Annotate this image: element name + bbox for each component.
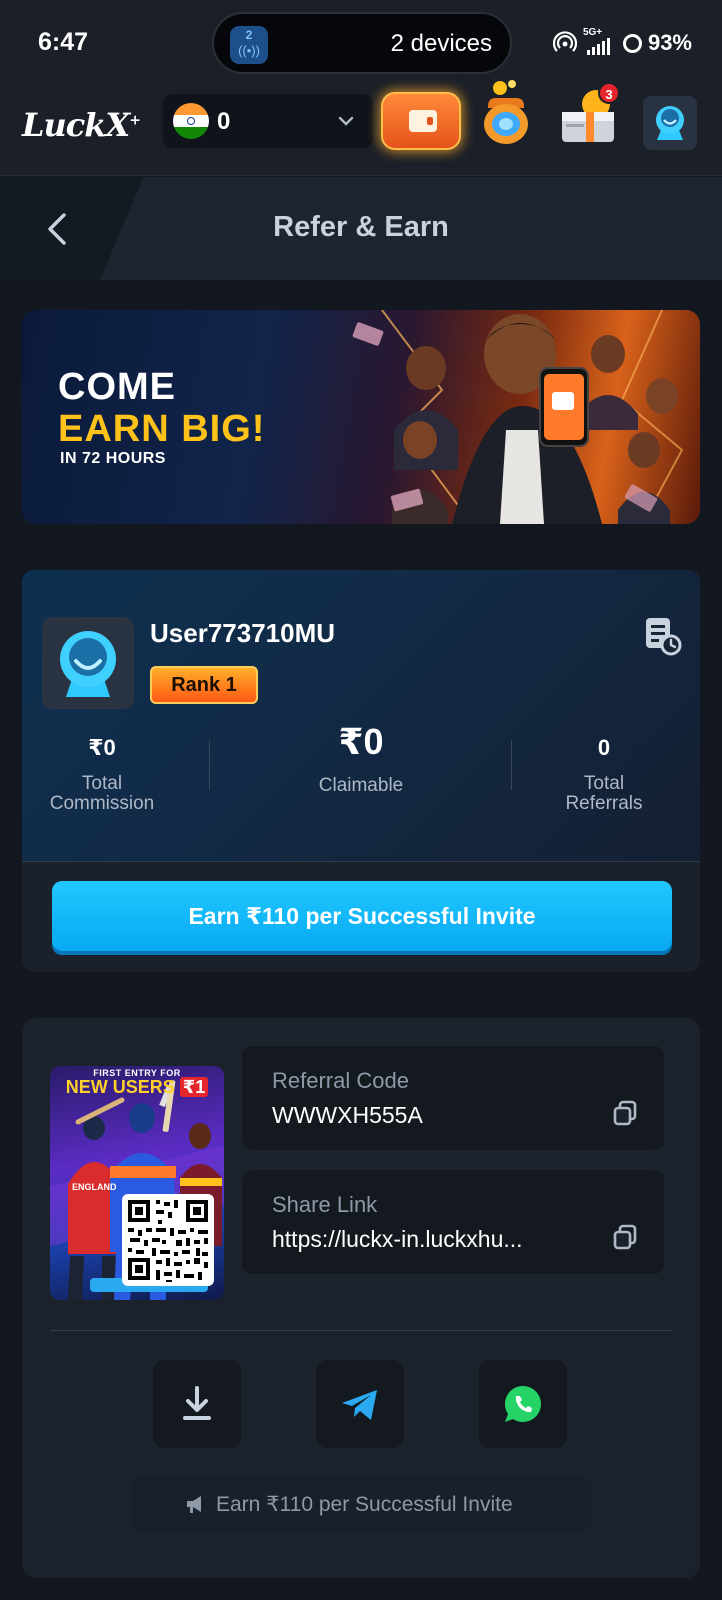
promo-note: Earn ₹110 per Successful Invite — [132, 1476, 590, 1532]
referral-stats-card: User773710MU Rank 1 ₹0 Total Commission … — [22, 570, 700, 972]
stat-total-commission: ₹0 Total Commission — [32, 730, 172, 814]
share-link-label: Share Link — [272, 1192, 378, 1217]
avatar-icon — [60, 631, 116, 697]
page-header: Refer & Earn — [0, 177, 722, 280]
referrals-label-1: Total — [583, 773, 625, 794]
referral-code-value: WWWXH555A — [272, 1102, 423, 1128]
stat-total-referrals: 0 Total Referrals — [544, 730, 664, 814]
banner-subtitle: IN 72 HOURS — [60, 450, 166, 467]
whatsapp-icon — [504, 1386, 541, 1423]
megaphone-icon — [187, 1496, 201, 1513]
stat-divider — [511, 740, 512, 790]
copy-icon[interactable] — [612, 1100, 638, 1126]
balance-value: 0 — [217, 108, 231, 135]
download-button[interactable] — [153, 1360, 241, 1448]
dynamic-island[interactable]: 2 ((•)) 2 devices — [212, 12, 512, 74]
share-link-box: Share Link https://luckx-in.luckxhu... — [242, 1170, 664, 1274]
referral-poster[interactable]: FIRST ENTRY FOR NEW USERS ₹1 ENGLAND — [50, 1066, 224, 1300]
luckx-logo[interactable]: LuckX+ — [22, 106, 141, 144]
balance-selector[interactable]: 0 — [163, 94, 373, 148]
poster-title: NEW USERS ₹1 — [50, 1077, 224, 1098]
hotspot-icon — [552, 31, 577, 52]
stat-divider — [209, 740, 210, 790]
promo-text: Earn ₹110 per Successful Invite — [216, 1493, 513, 1516]
username: User773710MU — [150, 618, 336, 648]
notification-badge: 3 — [598, 82, 620, 104]
commission-label-1: Total — [81, 773, 123, 794]
profile-summary: User773710MU Rank 1 ₹0 Total Commission … — [22, 570, 700, 862]
app-bar: LuckX+ 0 3 — [0, 80, 722, 176]
user-avatar — [42, 617, 134, 709]
referral-code-box: Referral Code WWWXH555A — [242, 1046, 664, 1150]
broadcast-icon: 2 ((•)) — [230, 26, 268, 64]
profile-avatar-button[interactable] — [643, 96, 697, 150]
commission-value: ₹0 — [88, 735, 116, 760]
qr-code-icon — [128, 1200, 208, 1282]
treasure-pot-icon[interactable] — [478, 78, 534, 148]
battery-level: 93% — [647, 30, 692, 55]
banner-headline-1: COME — [58, 366, 176, 408]
banner-headline-2: EARN BIG! — [58, 408, 266, 450]
rank-badge: Rank 1 — [150, 666, 258, 704]
history-icon[interactable] — [642, 616, 682, 656]
qr-code — [122, 1194, 214, 1286]
chevron-down-icon — [338, 116, 354, 126]
gift-box-button[interactable]: 3 — [556, 82, 622, 148]
whatsapp-share-button[interactable] — [479, 1360, 567, 1448]
promo-banner[interactable]: COME EARN BIG! IN 72 HOURS — [22, 310, 700, 524]
telegram-icon — [342, 1390, 377, 1420]
avatar-icon — [656, 106, 684, 140]
referrals-value: 0 — [597, 735, 611, 760]
poster-title-text: NEW USERS — [65, 1077, 175, 1097]
battery-icon — [622, 33, 642, 53]
referral-share-card: FIRST ENTRY FOR NEW USERS ₹1 ENGLAND Ref… — [22, 1018, 700, 1578]
island-count: 2 — [245, 28, 253, 42]
status-bar: 6:47 2 ((•)) 2 devices 5G+ 93% — [0, 0, 722, 84]
poster-team-label: ENGLAND — [72, 1182, 117, 1192]
claimable-value: ₹0 — [338, 721, 384, 762]
stat-claimable: ₹0 Claimable — [271, 722, 451, 796]
logo-text: LuckX — [22, 106, 130, 144]
share-link-value: https://luckx-in.luckxhu... — [272, 1226, 523, 1252]
section-divider — [50, 1330, 672, 1331]
wallet-button[interactable] — [381, 92, 461, 150]
download-icon — [183, 1386, 211, 1420]
referrals-label-2: Referrals — [565, 793, 643, 814]
status-time: 6:47 — [38, 28, 89, 56]
earn-invite-button[interactable]: Earn ₹110 per Successful Invite — [52, 881, 672, 951]
status-indicators: 5G+ 93% — [552, 27, 692, 56]
commission-label-2: Commission — [49, 793, 155, 814]
referral-code-label: Referral Code — [272, 1068, 409, 1093]
claimable-label: Claimable — [318, 775, 404, 796]
india-flag-icon — [173, 103, 209, 139]
telegram-share-button[interactable] — [316, 1360, 404, 1448]
poster-price: ₹1 — [179, 1077, 209, 1097]
island-text: 2 devices — [390, 30, 492, 57]
page-title: Refer & Earn — [273, 211, 449, 243]
signal-icon: 5G+ — [583, 27, 617, 55]
copy-icon[interactable] — [612, 1224, 638, 1250]
